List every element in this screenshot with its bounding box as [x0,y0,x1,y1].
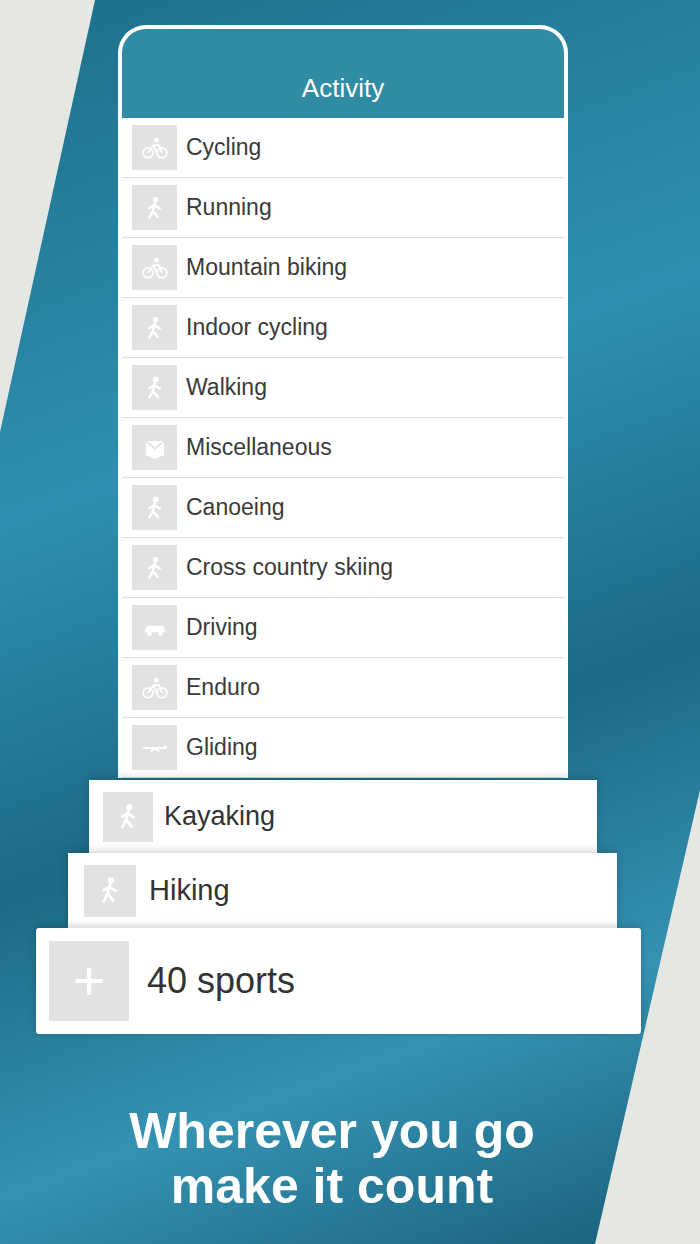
activity-row[interactable]: Mountain biking [122,238,564,298]
featured-activity-card[interactable]: Hiking [68,853,617,928]
more-sports-card[interactable]: + 40 sports [36,928,641,1034]
activity-label: Driving [186,614,258,641]
activity-icon-box [132,185,177,230]
activity-icon-box [132,365,177,410]
activity-row[interactable]: Indoor cycling [122,298,564,358]
activity-label: Hiking [149,874,230,907]
plus-icon: + [49,941,129,1021]
activity-icon-box [132,725,177,770]
activity-icon-box [103,792,153,842]
header: Activity [122,29,564,118]
activity-icon-box [132,125,177,170]
content: Activity Cycling Running Mountain biking… [0,0,700,1214]
person-icon [141,494,169,522]
person-icon [113,801,144,832]
activity-row[interactable]: Walking [122,358,564,418]
header-title: Activity [302,73,384,104]
person-icon [141,314,169,342]
activity-icon-box [84,865,136,917]
activity-icon-box [132,545,177,590]
activity-row[interactable]: Cycling [122,118,564,178]
tagline: Wherever you gomake it count [0,1104,664,1214]
more-sports-label: 40 sports [147,960,295,1002]
activity-row[interactable]: Gliding [122,718,564,778]
activity-label: Running [186,194,272,221]
activity-label: Cross country skiing [186,554,393,581]
person-icon [141,554,169,582]
person-icon [141,374,169,402]
activity-label: Gliding [186,734,258,761]
activity-label: Indoor cycling [186,314,328,341]
activity-label: Enduro [186,674,260,701]
activity-list: Cycling Running Mountain biking Indoor c… [122,118,564,778]
activity-label: Canoeing [186,494,284,521]
phone-frame: Activity Cycling Running Mountain biking… [118,25,568,778]
activity-row[interactable]: Running [122,178,564,238]
activity-label: Miscellaneous [186,434,332,461]
envelope-icon [141,434,169,462]
activity-icon-box [132,605,177,650]
activity-icon-box [132,485,177,530]
activity-row[interactable]: Driving [122,598,564,658]
person-icon [141,194,169,222]
person-icon [94,874,126,906]
screen: Activity Cycling Running Mountain biking… [0,0,700,1244]
activity-icon-box [132,425,177,470]
activity-row[interactable]: Cross country skiing [122,538,564,598]
activity-icon-box [132,305,177,350]
activity-row[interactable]: Miscellaneous [122,418,564,478]
car-icon [141,614,169,642]
plane-icon [141,734,169,762]
activity-row[interactable]: Canoeing [122,478,564,538]
featured-activity-card[interactable]: Kayaking [89,780,597,853]
activity-label: Mountain biking [186,254,347,281]
activity-icon-box [132,245,177,290]
activity-icon-box [132,665,177,710]
activity-label: Kayaking [164,801,275,832]
activity-label: Cycling [186,134,261,161]
bike-icon [141,674,169,702]
bike-icon [141,254,169,282]
activity-label: Walking [186,374,267,401]
bike-icon [141,134,169,162]
tagline-line: make it count [0,1159,664,1214]
activity-row[interactable]: Enduro [122,658,564,718]
tagline-line: Wherever you go [0,1104,664,1159]
